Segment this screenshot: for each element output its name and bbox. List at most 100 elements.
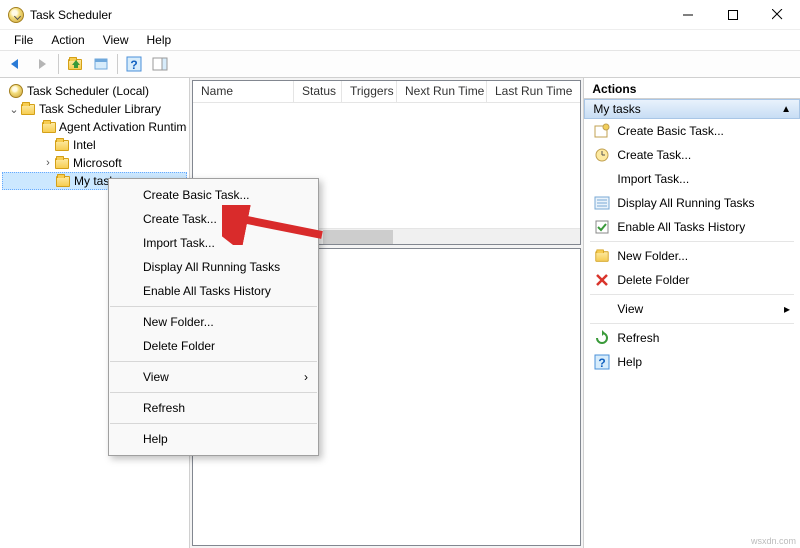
maximize-icon — [728, 10, 738, 20]
menu-help[interactable]: Help — [139, 31, 180, 49]
column-name[interactable]: Name — [193, 81, 294, 102]
minimize-button[interactable] — [665, 0, 710, 30]
toolbar-separator — [117, 54, 118, 74]
show-action-pane-button[interactable] — [148, 53, 172, 75]
watermark: wsxdn.com — [751, 536, 796, 546]
collapse-arrow-icon: ▲ — [781, 104, 791, 115]
svg-text:?: ? — [130, 58, 137, 72]
tree-item-label: Intel — [73, 138, 96, 152]
column-next-run[interactable]: Next Run Time — [397, 81, 487, 102]
action-new-folder[interactable]: New Folder... — [584, 244, 800, 268]
action-view[interactable]: View ▸ — [584, 297, 800, 321]
import-icon — [594, 171, 610, 187]
action-help[interactable]: ? Help — [584, 350, 800, 374]
task-icon — [594, 147, 610, 163]
ctx-help[interactable]: Help — [109, 427, 318, 451]
ctx-label: New Folder... — [143, 315, 214, 329]
tree-library-label: Task Scheduler Library — [39, 102, 161, 116]
action-label: Help — [617, 355, 642, 369]
folder-icon — [56, 176, 70, 187]
action-label: Import Task... — [617, 172, 689, 186]
ctx-view[interactable]: View› — [109, 365, 318, 389]
action-label: Create Basic Task... — [617, 124, 724, 138]
properties-button[interactable] — [89, 53, 113, 75]
ctx-label: Refresh — [143, 401, 185, 415]
separator — [590, 294, 794, 295]
actions-title: Actions — [584, 78, 800, 99]
column-last-run[interactable]: Last Run Time — [487, 81, 580, 102]
action-label: Refresh — [617, 331, 659, 345]
action-create-task[interactable]: Create Task... — [584, 143, 800, 167]
collapse-toggle[interactable]: ⌄ — [8, 103, 20, 116]
tree-item-label: Agent Activation Runtime — [59, 120, 187, 134]
ctx-separator — [110, 423, 317, 424]
app-icon — [8, 7, 24, 23]
action-delete-folder[interactable]: Delete Folder — [584, 268, 800, 292]
action-display-running[interactable]: Display All Running Tasks — [584, 191, 800, 215]
history-icon — [594, 219, 610, 235]
ctx-enable-history[interactable]: Enable All Tasks History — [109, 279, 318, 303]
separator — [590, 241, 794, 242]
new-folder-icon — [594, 248, 610, 264]
menu-view[interactable]: View — [95, 31, 137, 49]
ctx-label: Delete Folder — [143, 339, 215, 353]
expand-toggle[interactable]: › — [42, 157, 54, 169]
ctx-create-task[interactable]: Create Task... — [109, 207, 318, 231]
ctx-label: Create Task... — [143, 212, 217, 226]
menu-file[interactable]: File — [6, 31, 41, 49]
action-import-task[interactable]: Import Task... — [584, 167, 800, 191]
wizard-icon — [594, 123, 610, 139]
back-arrow-icon — [8, 57, 24, 71]
tree-item-agent[interactable]: Agent Activation Runtime — [2, 118, 187, 136]
column-status[interactable]: Status — [294, 81, 342, 102]
delete-icon — [594, 272, 610, 288]
scrollbar-thumb[interactable] — [323, 230, 393, 244]
help-icon: ? — [594, 354, 610, 370]
menu-bar: File Action View Help — [0, 30, 800, 50]
action-create-basic-task[interactable]: Create Basic Task... — [584, 119, 800, 143]
ctx-new-folder[interactable]: New Folder... — [109, 310, 318, 334]
menu-action[interactable]: Action — [43, 31, 92, 49]
folder-up-icon — [68, 59, 82, 70]
tree-library[interactable]: ⌄ Task Scheduler Library — [2, 100, 187, 118]
ctx-label: Enable All Tasks History — [143, 284, 271, 298]
refresh-icon — [594, 330, 610, 346]
ctx-refresh[interactable]: Refresh — [109, 396, 318, 420]
folder-icon — [55, 140, 69, 151]
folder-icon — [21, 104, 35, 115]
ctx-display-running[interactable]: Display All Running Tasks — [109, 255, 318, 279]
separator — [590, 323, 794, 324]
context-menu: Create Basic Task... Create Task... Impo… — [108, 178, 319, 456]
tree-item-label: Microsoft — [73, 156, 122, 170]
ctx-label: Help — [143, 432, 168, 446]
toolbar: ? — [0, 50, 800, 78]
help-button[interactable]: ? — [122, 53, 146, 75]
properties-icon — [93, 57, 109, 71]
ctx-create-basic-task[interactable]: Create Basic Task... — [109, 183, 318, 207]
action-refresh[interactable]: Refresh — [584, 326, 800, 350]
actions-group-header[interactable]: My tasks ▲ — [584, 99, 800, 119]
title-bar: Task Scheduler — [0, 0, 800, 30]
tree-root[interactable]: Task Scheduler (Local) — [2, 82, 187, 100]
column-triggers[interactable]: Triggers — [342, 81, 397, 102]
forward-button[interactable] — [30, 53, 54, 75]
tree-item-intel[interactable]: Intel — [2, 136, 187, 154]
action-enable-history[interactable]: Enable All Tasks History — [584, 215, 800, 239]
ctx-import-task[interactable]: Import Task... — [109, 231, 318, 255]
ctx-delete-folder[interactable]: Delete Folder — [109, 334, 318, 358]
maximize-button[interactable] — [710, 0, 755, 30]
back-button[interactable] — [4, 53, 28, 75]
toolbar-separator — [58, 54, 59, 74]
submenu-arrow-icon: ▸ — [784, 302, 790, 316]
ctx-separator — [110, 392, 317, 393]
task-list-header: Name Status Triggers Next Run Time Last … — [193, 81, 580, 103]
close-icon — [772, 9, 783, 20]
minimize-icon — [683, 10, 693, 20]
up-folder-button[interactable] — [63, 53, 87, 75]
ctx-separator — [110, 306, 317, 307]
close-button[interactable] — [755, 0, 800, 30]
list-icon — [594, 195, 610, 211]
ctx-label: Create Basic Task... — [143, 188, 250, 202]
tree-item-microsoft[interactable]: › Microsoft — [2, 154, 187, 172]
actions-group-label: My tasks — [593, 102, 640, 116]
